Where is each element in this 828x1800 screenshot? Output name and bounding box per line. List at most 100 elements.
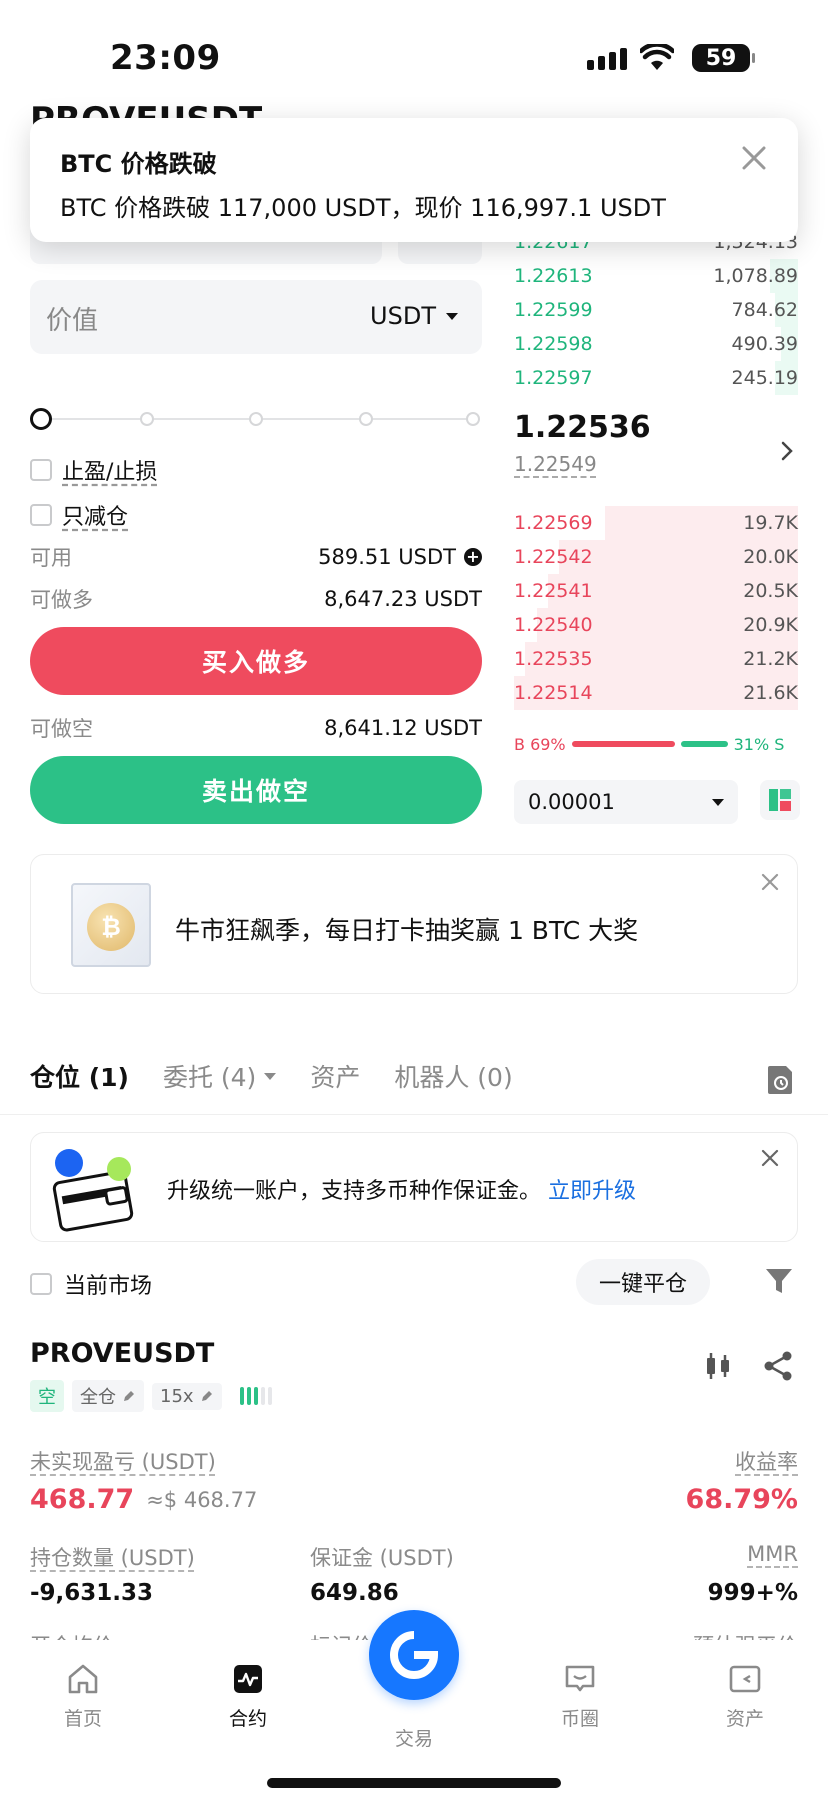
slider-step[interactable]: [466, 412, 480, 426]
roe-value: 68.79%: [685, 1484, 798, 1515]
close-icon[interactable]: [761, 873, 779, 891]
slider-step[interactable]: [359, 412, 373, 426]
mark-price: 1.22549: [514, 452, 597, 476]
tab-orders[interactable]: 委托 (4): [163, 1058, 277, 1094]
tp-sl-checkbox[interactable]: [30, 459, 52, 481]
leverage-tag[interactable]: 15x: [152, 1382, 222, 1410]
margin-value: 649.86: [310, 1580, 399, 1606]
sell-ratio-bar: [680, 741, 728, 747]
bid-qty: 20.9K: [743, 614, 798, 636]
current-market-option[interactable]: 当前市场: [30, 1268, 152, 1300]
close-icon[interactable]: [761, 1149, 779, 1167]
slider-thumb[interactable]: [30, 408, 52, 430]
share-icon[interactable]: [762, 1350, 794, 1382]
wallet-icon: [729, 1665, 761, 1693]
transfer-plus-icon[interactable]: +: [464, 548, 482, 566]
buy-ratio-bar: [571, 741, 675, 747]
orderbook-bid-row[interactable]: 1.22541 20.5K: [514, 574, 798, 608]
futures-icon: [234, 1665, 262, 1693]
price-alert-toast[interactable]: BTC 价格跌破 BTC 价格跌破 117,000 USDT，现价 116,99…: [30, 118, 798, 242]
tab-bots[interactable]: 机器人 (0): [394, 1058, 512, 1094]
position-tags: 空 全仓 15x: [30, 1380, 272, 1412]
close-icon[interactable]: [740, 144, 768, 172]
precision-select[interactable]: 0.00001: [514, 780, 738, 824]
bitcoin-coin-icon: ₿: [87, 903, 135, 951]
reduce-only-checkbox[interactable]: [30, 504, 52, 526]
value-unit-select[interactable]: USDT: [370, 302, 458, 330]
cellular-signal-icon: [587, 48, 627, 70]
ask-price: 1.22597: [514, 367, 593, 389]
mmr-label: MMR: [747, 1542, 798, 1566]
candlestick-chart-icon[interactable]: [702, 1350, 734, 1382]
current-market-checkbox[interactable]: [30, 1273, 52, 1295]
margin-label: 保证金 (USDT): [310, 1546, 454, 1570]
divider: [0, 1114, 828, 1115]
orderbook-ask-row[interactable]: 1.22599 784.62: [514, 293, 798, 327]
orderbook-bid-row[interactable]: 1.22514 21.6K: [514, 676, 798, 710]
upgrade-text: 升级统一账户，支持多币种作保证金。: [167, 1179, 542, 1204]
orderbook-bid-row[interactable]: 1.22540 20.9K: [514, 608, 798, 642]
position-symbol[interactable]: PROVEUSDT: [30, 1338, 214, 1369]
slider-step[interactable]: [140, 412, 154, 426]
margin-mode-tag[interactable]: 全仓: [72, 1380, 144, 1412]
reduce-only-option[interactable]: 只减仓: [30, 499, 128, 531]
buy-long-button[interactable]: 买入做多: [30, 627, 482, 695]
caret-down-icon: [264, 1072, 277, 1080]
orderbook-bid-row[interactable]: 1.22535 21.2K: [514, 642, 798, 676]
max-short-row: 可做空 8,641.12 USDT: [30, 713, 482, 743]
tab-assets[interactable]: 资产: [310, 1058, 360, 1094]
nav-futures[interactable]: 合约: [198, 1662, 298, 1731]
max-long-label: 可做多: [30, 588, 93, 612]
close-all-button[interactable]: 一键平仓: [576, 1259, 710, 1305]
unrealized-pnl-value: 468.77: [30, 1484, 135, 1515]
bid-price: 1.22542: [514, 546, 593, 568]
nav-community[interactable]: 币圈: [530, 1662, 630, 1731]
trade-fab-button[interactable]: [369, 1610, 459, 1700]
bid-qty: 20.5K: [743, 580, 798, 602]
orderbook-layout-icon[interactable]: [760, 780, 800, 820]
orderbook-ask-row[interactable]: 1.22613 1,078.89: [514, 259, 798, 293]
nav-trade[interactable]: 交易: [364, 1724, 464, 1751]
amount-slider[interactable]: [30, 408, 482, 430]
available-value: 589.51 USDT: [318, 545, 456, 569]
value-input[interactable]: 价值 USDT: [30, 280, 482, 354]
upgrade-account-banner[interactable]: 升级统一账户，支持多币种作保证金。 立即升级: [30, 1132, 798, 1242]
nav-home[interactable]: 首页: [33, 1662, 133, 1731]
value-placeholder: 价值: [46, 306, 99, 336]
roe-label: 收益率: [735, 1450, 798, 1474]
mmr-value: 999+%: [707, 1580, 798, 1606]
filter-icon[interactable]: [764, 1266, 794, 1296]
tp-sl-option[interactable]: 止盈/止损: [30, 454, 157, 486]
upgrade-now-link[interactable]: 立即升级: [548, 1179, 636, 1204]
sell-short-button[interactable]: 卖出做空: [30, 756, 482, 824]
wifi-icon: [640, 44, 674, 70]
bid-qty: 21.2K: [743, 648, 798, 670]
orderbook-ask-row[interactable]: 1.22598 490.39: [514, 327, 798, 361]
orderbook-bid-row[interactable]: 1.22569 19.7K: [514, 506, 798, 540]
home-indicator: [267, 1778, 561, 1788]
caret-down-icon: [712, 798, 724, 806]
bid-qty: 21.6K: [743, 682, 798, 704]
promo-banner[interactable]: ₿ 牛市狂飙季，每日打卡抽奖赢 1 BTC 大奖: [30, 854, 798, 994]
orderbook-bid-row[interactable]: 1.22542 20.0K: [514, 540, 798, 574]
reduce-only-label: 只减仓: [62, 505, 129, 530]
ask-qty: 490.39: [731, 333, 798, 355]
history-document-icon[interactable]: [766, 1064, 794, 1096]
available-row: 可用 589.51 USDT +: [30, 542, 482, 572]
position-size-label: 持仓数量 (USDT): [30, 1546, 195, 1570]
orderbook-ask-row[interactable]: 1.22597 245.19: [514, 361, 798, 395]
chevron-right-icon[interactable]: [780, 440, 794, 462]
tab-positions[interactable]: 仓位 (1): [30, 1058, 129, 1094]
side-tag: 空: [30, 1380, 64, 1412]
position-size-value: -9,631.33: [30, 1580, 154, 1606]
promo-image: ₿: [71, 883, 151, 967]
bid-price: 1.22540: [514, 614, 593, 636]
community-icon: [565, 1665, 595, 1692]
tp-sl-label: 止盈/止损: [62, 460, 158, 485]
nav-assets[interactable]: 资产: [695, 1662, 795, 1731]
ask-price: 1.22613: [514, 265, 593, 287]
ask-price: 1.22599: [514, 299, 593, 321]
sell-ratio-label: 31% S: [733, 734, 785, 754]
slider-step[interactable]: [249, 412, 263, 426]
status-time: 23:09: [110, 38, 221, 78]
